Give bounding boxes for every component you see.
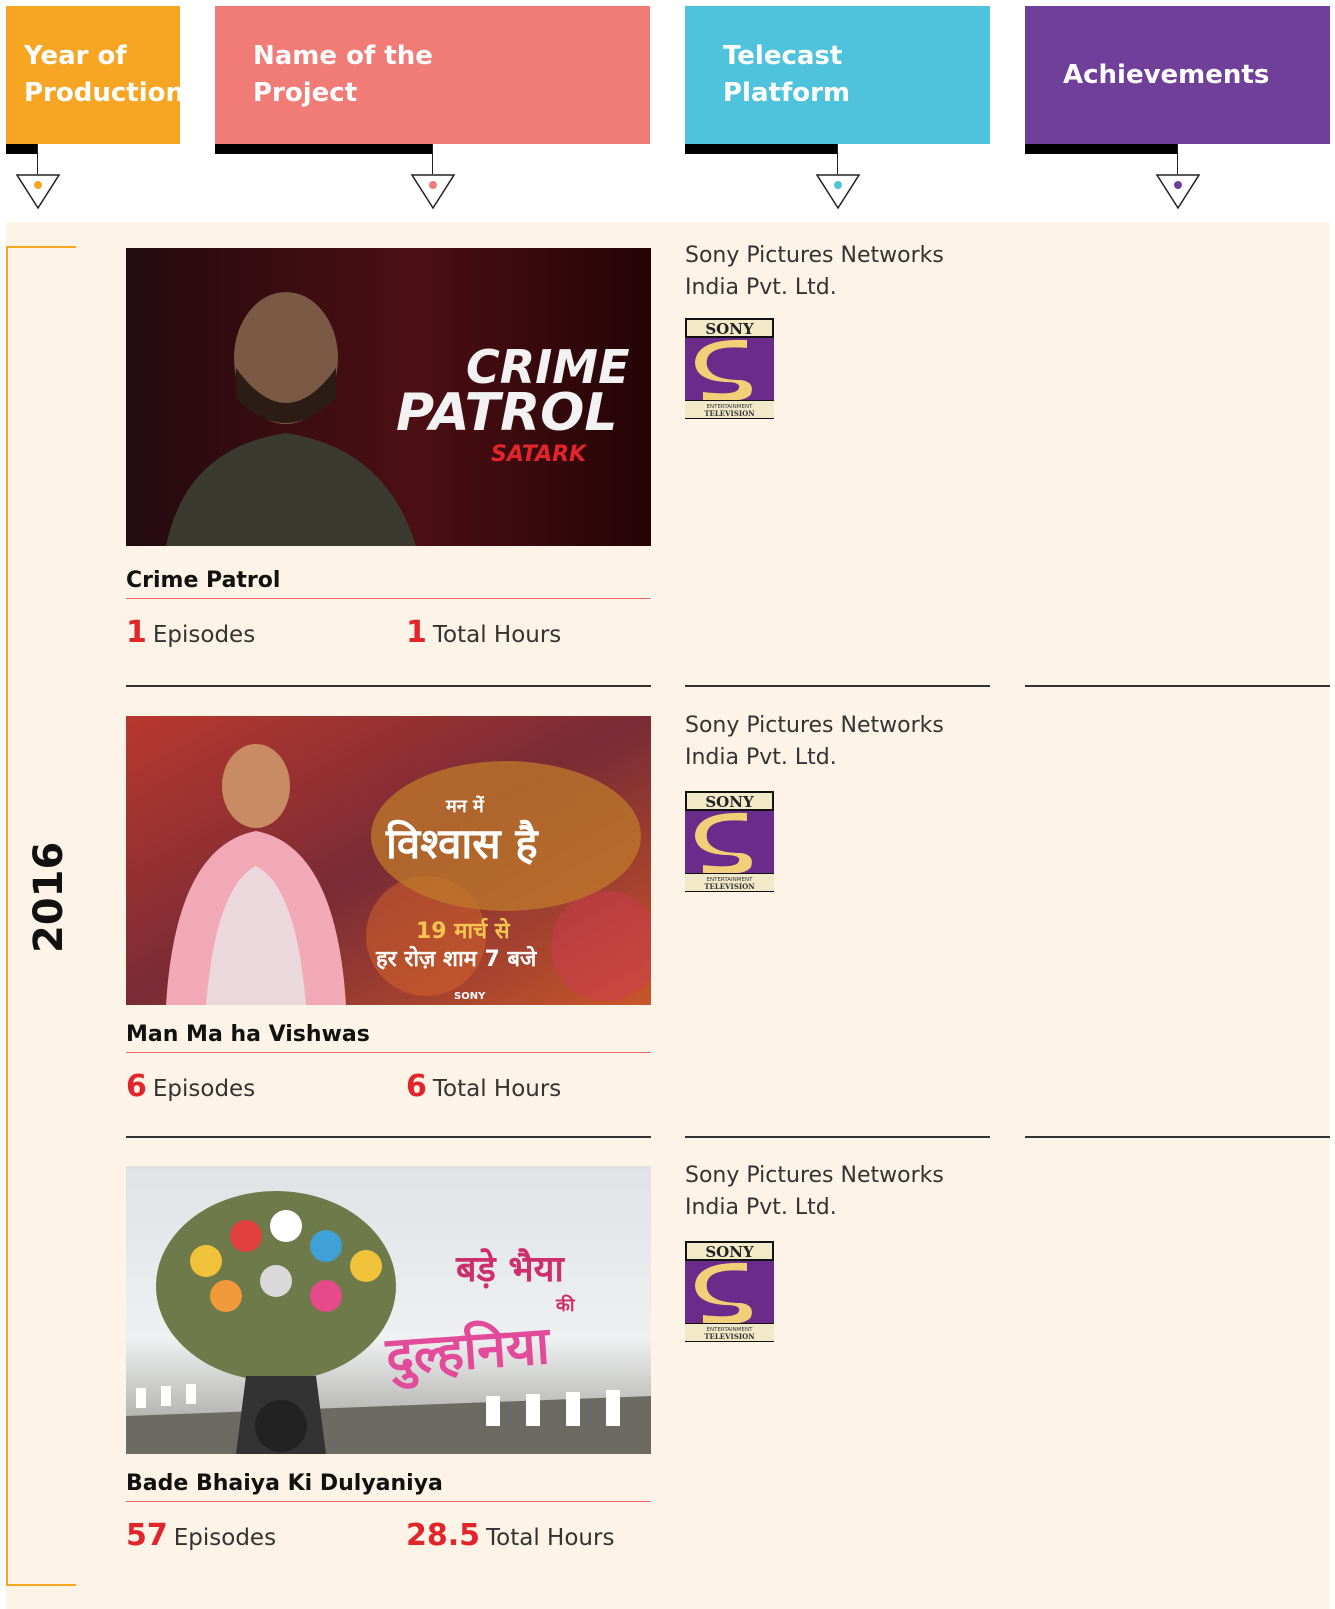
poster-text: 19 मार्च से [416,917,511,944]
triangle-marker-icon [816,174,860,210]
header-telecast-label: Telecast Platform [723,41,851,108]
logo-text: SONY [705,793,754,811]
logo-text: TELEVISION [704,1332,755,1341]
episodes-stat: 1 Episodes [126,615,255,650]
row-divider [126,1136,651,1138]
header-telecast-platform: Telecast Platform [685,6,990,144]
episodes-label: Episodes [152,1076,256,1102]
project-thumbnail-crime-patrol[interactable]: CRIME PATROL SATARK [126,248,651,546]
row-divider [1025,685,1330,687]
connector-line [432,144,433,174]
header-underline-telecast [685,144,838,154]
connector-line [837,144,838,174]
poster-text: विश्वास है [385,819,539,868]
project-title: Crime Patrol [126,568,651,599]
row-divider [685,1136,990,1138]
header-achievements: Achievements [1025,6,1330,144]
hours-label: Total Hours [432,1076,562,1102]
hours-value: 6 [406,1069,427,1104]
header-achievements-label: Achievements [1063,59,1270,90]
triangle-marker-icon [16,174,60,210]
row-divider [1025,1136,1330,1138]
hours-value: 28.5 [406,1518,481,1553]
episodes-stat: 57 Episodes [126,1518,276,1553]
hours-value: 1 [406,615,427,650]
connector-line [37,144,38,174]
network-name: Sony Pictures Networks India Pvt. Ltd. [685,1163,944,1220]
network-name: Sony Pictures Networks India Pvt. Ltd. [685,243,944,300]
episodes-value: 57 [126,1518,168,1553]
header-project-name: Name of the Project [215,6,650,144]
poster-text: SATARK [491,442,588,467]
header-underline-name [215,144,433,154]
triangle-marker-icon [411,174,455,210]
episodes-value: 6 [126,1069,147,1104]
hours-label: Total Hours [432,622,562,648]
hours-stat: 28.5 Total Hours [406,1518,614,1553]
project-title: Man Ma ha Vishwas [126,1022,651,1053]
header-underline-achievements [1025,144,1178,154]
poster-text: की [555,1294,576,1316]
hours-label: Total Hours [486,1525,615,1551]
hours-stat: 1 Total Hours [406,615,561,650]
sony-entertainment-logo-icon: SONY ENTERTAINMENT TELEVISION [685,318,774,419]
episodes-label: Episodes [152,622,256,648]
header-year-of-production: Year of Production [6,6,184,144]
row-divider [685,685,990,687]
header-underline-year [6,144,38,154]
poster-text: मन में [445,795,485,817]
logo-text: SONY [705,1243,754,1261]
episodes-stat: 6 Episodes [126,1069,255,1104]
logo-text: TELEVISION [704,882,755,891]
project-thumbnail-man-ma-ha-vishwas[interactable]: मन में विश्वास है 19 मार्च से हर रोज़ शा… [126,716,651,1005]
header-name-label: Name of the Project [253,41,433,108]
logo-text: TELEVISION [704,409,755,418]
triangle-marker-icon [1156,174,1200,210]
poster-text: हर रोज़ शाम 7 बजे [375,945,538,972]
logo-text: SONY [705,320,754,338]
episodes-value: 1 [126,615,147,650]
project-title: Bade Bhaiya Ki Dulyaniya [126,1471,651,1502]
connector-line [1177,144,1178,174]
poster-text: बड़े भैया [455,1248,566,1290]
network-name: Sony Pictures Networks India Pvt. Ltd. [685,713,944,770]
hours-stat: 6 Total Hours [406,1069,561,1104]
poster-text: SONY [454,991,486,1002]
poster-text: PATROL [396,383,617,443]
project-thumbnail-bade-bhaiya-ki-dulyaniya[interactable]: बड़े भैया की दुल्हनिया [126,1166,651,1454]
episodes-label: Episodes [173,1525,277,1551]
row-divider [126,685,651,687]
sony-entertainment-logo-icon: SONY ENTERTAINMENT TELEVISION [685,791,774,892]
header-year-label: Year of Production [24,41,184,108]
year-group-label: 2016 [26,841,72,953]
sony-entertainment-logo-icon: SONY ENTERTAINMENT TELEVISION [685,1241,774,1342]
